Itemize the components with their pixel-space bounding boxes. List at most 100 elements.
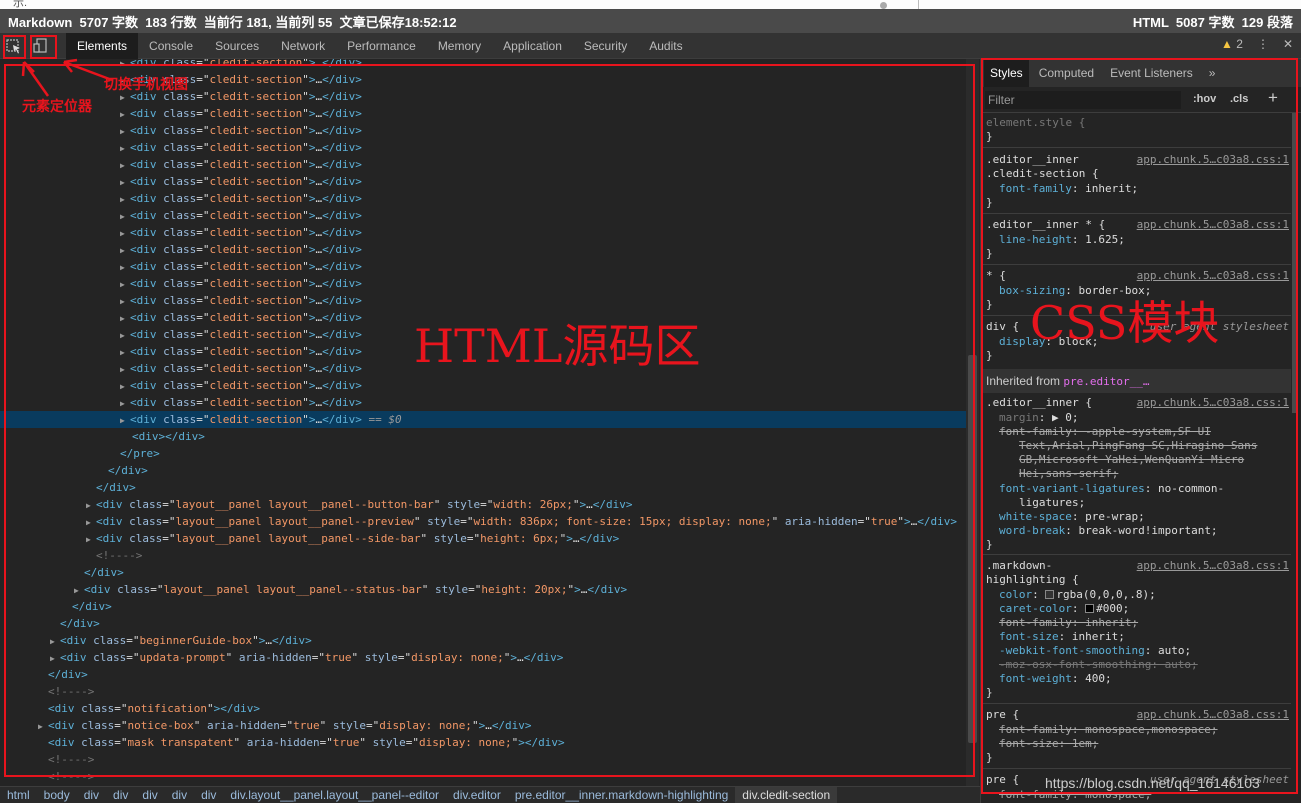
expand-arrow-icon[interactable]: ▶	[120, 106, 130, 123]
stylesheet-link[interactable]: app.chunk.5…c03a8.css:1	[1137, 396, 1289, 410]
expand-arrow-icon[interactable]: ▶	[120, 327, 130, 344]
tab-elements[interactable]: Elements	[66, 33, 139, 59]
expand-arrow-icon[interactable]: ▶	[120, 276, 130, 293]
tree-node[interactable]: <!---->	[0, 547, 966, 564]
styles-scroll-thumb[interactable]	[1292, 113, 1298, 413]
breadcrumb-item[interactable]: div	[135, 787, 164, 803]
device-toolbar-icon[interactable]	[32, 37, 50, 55]
styles-tab[interactable]: Event Listeners	[1104, 59, 1199, 87]
close-icon[interactable]: ✕	[1283, 37, 1293, 51]
expand-arrow-icon[interactable]: ▶	[50, 633, 60, 650]
expand-arrow-icon[interactable]: ▶	[120, 208, 130, 225]
tree-node[interactable]: ▶ <div class="beginnerGuide-box">…</div>	[0, 632, 966, 649]
color-swatch[interactable]	[1045, 590, 1055, 599]
styles-tab[interactable]: Computed	[1033, 59, 1100, 87]
tree-node[interactable]: ▶ <div class="cledit-section">…</div>	[0, 173, 966, 190]
stylesheet-link[interactable]: app.chunk.5…c03a8.css:1	[1137, 559, 1289, 573]
tree-node[interactable]: ▶ <div class="cledit-section">…</div>	[0, 292, 966, 309]
tree-node[interactable]: ▶ <div class="cledit-section">…</div>	[0, 326, 966, 343]
tree-node[interactable]: <!---->	[0, 751, 966, 768]
color-swatch[interactable]	[1085, 604, 1095, 613]
tree-node[interactable]: ▶ <div class="notice-box" aria-hidden="tr…	[0, 717, 966, 734]
tree-node[interactable]: ▶ <div class="cledit-section">…</div>	[0, 156, 966, 173]
breadcrumb-item[interactable]: body	[37, 787, 77, 803]
inherited-selector[interactable]: pre.editor__…	[1063, 375, 1149, 388]
tree-node[interactable]: ▶ <div class="cledit-section">…</div>	[0, 105, 966, 122]
tree-node[interactable]: ▶ <div class="cledit-section">…</div>	[0, 71, 966, 88]
expand-arrow-icon[interactable]: ▶	[120, 395, 130, 412]
expand-arrow-icon[interactable]: ▶	[86, 514, 96, 531]
expand-arrow-icon[interactable]: ▶	[120, 123, 130, 140]
tree-node[interactable]: ▶ <div class="updata-prompt" aria-hidden=…	[0, 649, 966, 666]
tree-node[interactable]: </div>	[0, 479, 966, 496]
expand-arrow-icon[interactable]: ▶	[120, 293, 130, 310]
breadcrumb-item[interactable]: div	[77, 787, 106, 803]
breadcrumb-item[interactable]: html	[0, 787, 37, 803]
tree-node[interactable]: ▶ <div class="cledit-section">…</div>	[0, 309, 966, 326]
tree-node[interactable]: <!---->	[0, 768, 966, 785]
tree-node[interactable]: ▶ <div class="layout__panel layout__panel…	[0, 530, 966, 547]
tab-audits[interactable]: Audits	[638, 33, 693, 59]
tree-node[interactable]: </div>	[0, 564, 966, 581]
elements-tree[interactable]: … ▶<div class="cledit-section">…</div>▶<…	[0, 59, 966, 786]
expand-arrow-icon[interactable]: ▶	[120, 140, 130, 157]
new-rule-button[interactable]: +	[1268, 88, 1278, 108]
tab-performance[interactable]: Performance	[336, 33, 427, 59]
tab-memory[interactable]: Memory	[427, 33, 492, 59]
expand-arrow-icon[interactable]: ▶	[120, 344, 130, 361]
expand-arrow-icon[interactable]: ▶	[120, 242, 130, 259]
tree-node[interactable]: ▶ <div class="cledit-section">…</div>	[0, 343, 966, 360]
expand-arrow-icon[interactable]: ▶	[74, 582, 84, 599]
expand-arrow-icon[interactable]: ▶	[50, 650, 60, 667]
tree-node[interactable]: ▶ <div class="cledit-section">…</div>	[0, 59, 966, 71]
hov-toggle[interactable]: :hov	[1193, 93, 1216, 105]
tree-node[interactable]: <div class="mask transpatent" aria-hidde…	[0, 734, 966, 751]
tree-node[interactable]: ▶ <div class="cledit-section">…</div>	[0, 394, 966, 411]
tree-node[interactable]: <div class="notification"></div>	[0, 700, 966, 717]
breadcrumb-item[interactable]: div.cledit-section	[735, 787, 838, 803]
expand-arrow-icon[interactable]: ▶	[120, 72, 130, 89]
styles-filter-input[interactable]	[985, 91, 1181, 109]
stylesheet-link[interactable]: app.chunk.5…c03a8.css:1	[1137, 218, 1289, 232]
expand-arrow-icon[interactable]: ▶	[120, 225, 130, 242]
breadcrumb-item[interactable]: pre.editor__inner.markdown-highlighting	[508, 787, 735, 803]
tree-node[interactable]: <div></div>	[0, 428, 966, 445]
expand-arrow-icon[interactable]: ▶	[120, 174, 130, 191]
tree-node[interactable]: ▶ <div class="layout__panel layout__panel…	[0, 513, 966, 530]
tab-security[interactable]: Security	[573, 33, 638, 59]
expand-arrow-icon[interactable]: ▶	[120, 310, 130, 327]
tree-node[interactable]: ▶ <div class="cledit-section">…</div>	[0, 88, 966, 105]
tree-node[interactable]: <!---->	[0, 683, 966, 700]
expand-arrow-icon[interactable]: ▶	[38, 718, 48, 735]
stylesheet-link[interactable]: app.chunk.5…c03a8.css:1	[1137, 708, 1289, 722]
tree-node[interactable]: </div>	[0, 615, 966, 632]
tree-node[interactable]: ▶ <div class="layout__panel layout__panel…	[0, 496, 966, 513]
tree-node[interactable]: ▶ <div class="cledit-section">…</div>	[0, 224, 966, 241]
elements-scrollbar[interactable]	[966, 59, 979, 786]
warnings-counter[interactable]: ▲ 2	[1221, 37, 1243, 51]
styles-tab[interactable]: »	[1203, 59, 1222, 87]
tree-node[interactable]: ▶ <div class="layout__panel layout__panel…	[0, 581, 966, 598]
kebab-menu-icon[interactable]: ⋮	[1257, 37, 1269, 51]
selected-tree-node[interactable]: ▶ <div class="cledit-section">…</div> == …	[0, 411, 966, 428]
breadcrumb-item[interactable]: div	[106, 787, 135, 803]
tree-node[interactable]: ▶ <div class="cledit-section">…</div>	[0, 241, 966, 258]
tree-node[interactable]: ▶ <div class="cledit-section">…</div>	[0, 139, 966, 156]
tree-node[interactable]: </div>	[0, 462, 966, 479]
expand-arrow-icon[interactable]: ▶	[120, 378, 130, 395]
breadcrumb-item[interactable]: div	[194, 787, 223, 803]
tree-node[interactable]: ▶ <div class="cledit-section">…</div>	[0, 360, 966, 377]
tree-node[interactable]: </div>	[0, 666, 966, 683]
breadcrumb-item[interactable]: div.layout__panel.layout__panel--editor	[223, 787, 446, 803]
tab-console[interactable]: Console	[138, 33, 204, 59]
tree-node[interactable]: </pre>	[0, 445, 966, 462]
expand-arrow-icon[interactable]: ▶	[120, 412, 130, 429]
scroll-thumb[interactable]	[968, 355, 977, 743]
expand-arrow-icon[interactable]: ▶	[86, 497, 96, 514]
expand-arrow-icon[interactable]: ▶	[120, 157, 130, 174]
styles-scrollbar[interactable]	[1291, 113, 1299, 803]
breadcrumb-item[interactable]: div	[165, 787, 194, 803]
cls-toggle[interactable]: .cls	[1230, 93, 1248, 105]
tree-node[interactable]: </div>	[0, 598, 966, 615]
expand-arrow-icon[interactable]: ▶	[86, 531, 96, 548]
